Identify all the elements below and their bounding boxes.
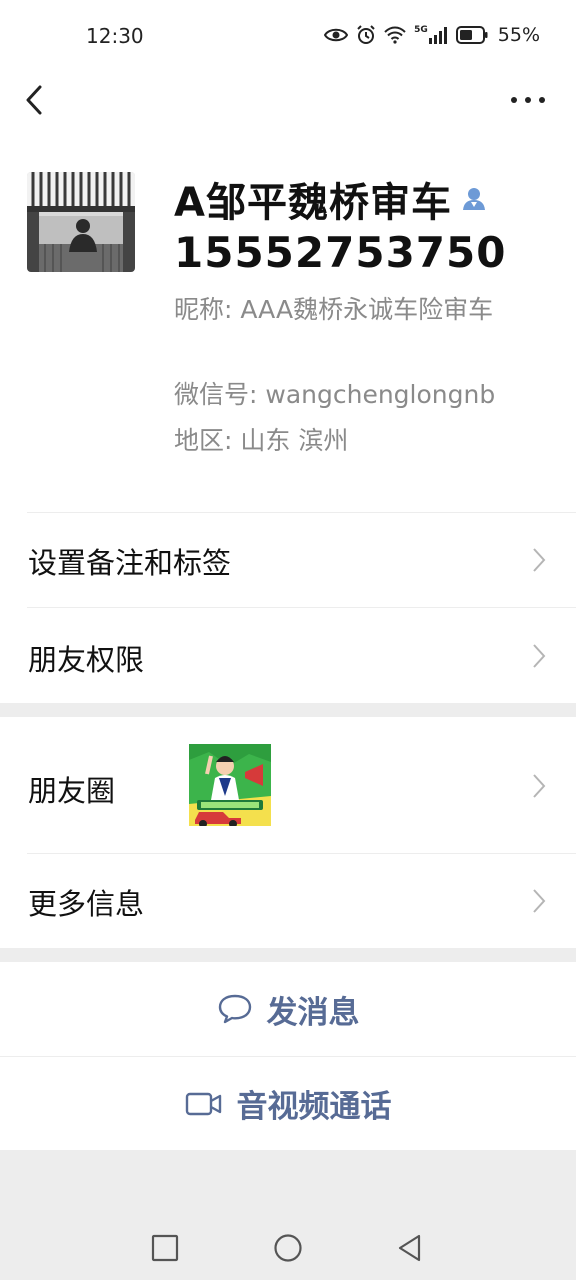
chat-bubble-icon bbox=[218, 994, 251, 1024]
wechat-id-text: 微信号: wangchenglongnb bbox=[174, 380, 496, 409]
section-gap bbox=[0, 948, 576, 962]
send-message-button[interactable]: 发消息 bbox=[0, 962, 576, 1056]
remark-tags-row[interactable]: 设置备注和标签 bbox=[0, 513, 576, 607]
section-gap bbox=[0, 703, 576, 717]
video-camera-icon bbox=[185, 1092, 221, 1115]
system-back-button[interactable] bbox=[391, 1230, 431, 1266]
nickname-text: 昵称: AAA魏桥永诚车险审车 bbox=[174, 295, 494, 324]
moments-label: 朋友圈 bbox=[28, 774, 116, 808]
more-info-label: 更多信息 bbox=[28, 887, 145, 921]
send-message-label: 发消息 bbox=[266, 994, 360, 1031]
chevron-right-icon bbox=[533, 644, 546, 668]
video-call-label: 音视频通话 bbox=[236, 1089, 392, 1125]
moments-thumbnail[interactable] bbox=[189, 744, 271, 826]
signal-group: 5G bbox=[414, 26, 448, 44]
wifi-icon bbox=[384, 26, 406, 44]
more-icon bbox=[511, 97, 545, 103]
remark-tags-label: 设置备注和标签 bbox=[28, 546, 232, 580]
status-icons: 5G 55% bbox=[324, 24, 540, 46]
region-text: 地区: 山东 滨州 bbox=[174, 426, 349, 455]
avatar-image bbox=[27, 172, 135, 272]
circle-icon bbox=[274, 1234, 302, 1262]
avatar[interactable] bbox=[27, 172, 135, 272]
more-info-row[interactable]: 更多信息 bbox=[0, 854, 576, 948]
battery-icon bbox=[455, 26, 488, 44]
name-row: A邹平魏桥审车 bbox=[174, 170, 488, 228]
chevron-right-icon bbox=[533, 889, 546, 913]
network-type-label: 5G bbox=[414, 25, 428, 35]
battery-percent: 55% bbox=[497, 24, 540, 46]
back-button[interactable] bbox=[18, 80, 54, 120]
back-icon bbox=[26, 85, 42, 115]
contact-person-icon bbox=[462, 188, 485, 210]
home-button[interactable] bbox=[268, 1230, 308, 1266]
contact-phone: 15552753750 bbox=[174, 228, 507, 277]
chevron-right-icon bbox=[533, 548, 546, 572]
moments-row[interactable]: 朋友圈 bbox=[0, 717, 576, 853]
recent-apps-button[interactable] bbox=[145, 1230, 185, 1266]
friend-permissions-label: 朋友权限 bbox=[28, 643, 145, 677]
video-call-button[interactable]: 音视频通话 bbox=[0, 1057, 576, 1150]
top-nav bbox=[0, 72, 576, 128]
contact-name: A邹平魏桥审车 bbox=[174, 180, 452, 226]
chevron-right-icon bbox=[533, 774, 546, 798]
more-button[interactable] bbox=[508, 82, 548, 118]
moments-image bbox=[189, 744, 271, 826]
square-icon bbox=[151, 1234, 179, 1262]
eye-icon bbox=[324, 28, 349, 42]
signal-icon bbox=[428, 27, 447, 44]
status-bar: 12:30 5G 55% bbox=[0, 0, 576, 72]
triangle-back-icon bbox=[398, 1234, 421, 1262]
friend-permissions-row[interactable]: 朋友权限 bbox=[0, 608, 576, 703]
alarm-icon bbox=[357, 25, 375, 44]
status-time: 12:30 bbox=[86, 24, 144, 48]
